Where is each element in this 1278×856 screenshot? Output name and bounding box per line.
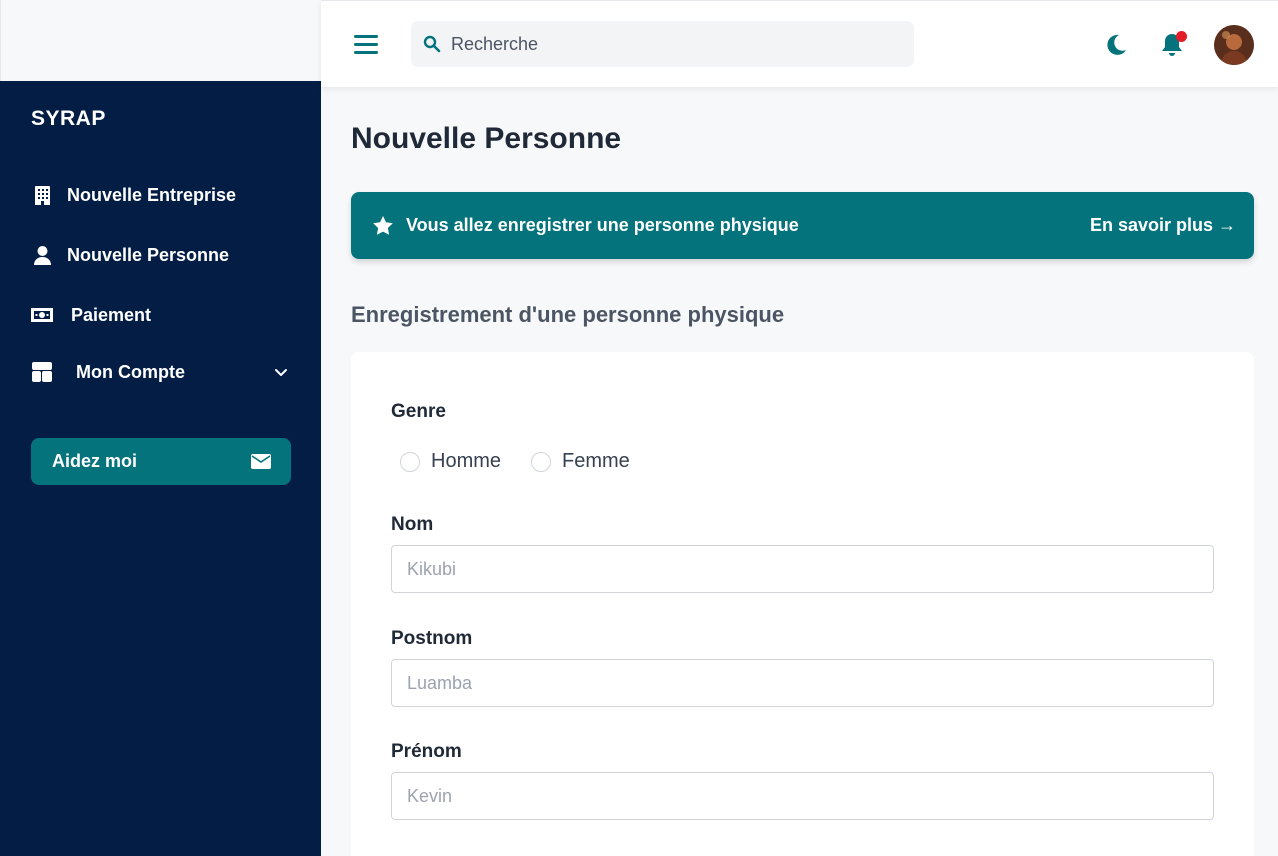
banner-text: Vous allez enregistrer une personne phys… [406, 215, 799, 235]
top-header [321, 0, 1278, 87]
radio-circle[interactable] [400, 451, 420, 472]
search-icon [423, 35, 441, 53]
brand-logo: SYRAP [31, 107, 106, 130]
banner-message: Vous allez enregistrer une personne phys… [373, 215, 799, 236]
help-button[interactable]: Aidez moi [31, 438, 291, 485]
section-title: Enregistrement d'une personne physique [351, 302, 785, 327]
star-icon [373, 216, 393, 235]
sidebar: SYRAP Nouvelle Entreprise Nouvelle Perso… [0, 81, 321, 856]
page-title: Nouvelle Personne [351, 122, 622, 155]
dark-mode-moon-icon[interactable] [1105, 34, 1127, 56]
genre-label: Genre [391, 401, 446, 422]
radio-homme[interactable]: Homme [400, 450, 501, 473]
nom-label: Nom [391, 514, 434, 535]
avatar-image [1214, 25, 1254, 65]
sidebar-item-label: Mon Compte [76, 361, 185, 382]
postnom-label: Postnom [391, 628, 473, 649]
learn-more-link[interactable]: En savoir plus → [1090, 215, 1236, 236]
prenom-input[interactable] [391, 772, 1214, 820]
sidebar-item-label: Nouvelle Personne [67, 244, 230, 265]
money-icon [31, 304, 53, 326]
postnom-input[interactable] [391, 659, 1214, 707]
sidebar-item-mon-compte[interactable]: Mon Compte [31, 361, 185, 383]
sidebar-item-label: Nouvelle Entreprise [67, 184, 237, 205]
chevron-down-icon[interactable] [273, 364, 289, 380]
app-root: SYRAP Nouvelle Entreprise Nouvelle Perso… [0, 0, 1278, 856]
building-icon [31, 184, 53, 206]
sidebar-top-blank [0, 0, 321, 81]
user-icon [31, 244, 53, 266]
sidebar-item-label: Paiement [71, 304, 152, 325]
user-avatar[interactable] [1214, 25, 1254, 65]
person-form-card: Genre Homme Femme Nom Postnom Prénom [351, 352, 1254, 856]
hamburger-menu-icon[interactable] [354, 33, 378, 55]
notification-badge-dot [1176, 31, 1187, 42]
genre-radio-group: Homme Femme [400, 450, 660, 473]
search-bar [411, 21, 914, 67]
search-input[interactable] [451, 33, 891, 55]
layout-icon [31, 361, 53, 383]
radio-femme[interactable]: Femme [531, 450, 630, 473]
radio-label: Homme [431, 450, 502, 472]
info-banner: Vous allez enregistrer une personne phys… [351, 192, 1254, 259]
help-button-label: Aidez moi [52, 451, 138, 471]
prenom-label: Prénom [391, 741, 462, 762]
envelope-icon [251, 454, 271, 469]
radio-label: Femme [562, 450, 630, 472]
sidebar-item-nouvelle-personne[interactable]: Nouvelle Personne [31, 244, 229, 266]
sidebar-item-nouvelle-entreprise[interactable]: Nouvelle Entreprise [31, 184, 236, 206]
radio-circle[interactable] [531, 451, 552, 472]
sidebar-item-paiement[interactable]: Paiement [31, 304, 151, 326]
nom-input[interactable] [391, 545, 1214, 593]
